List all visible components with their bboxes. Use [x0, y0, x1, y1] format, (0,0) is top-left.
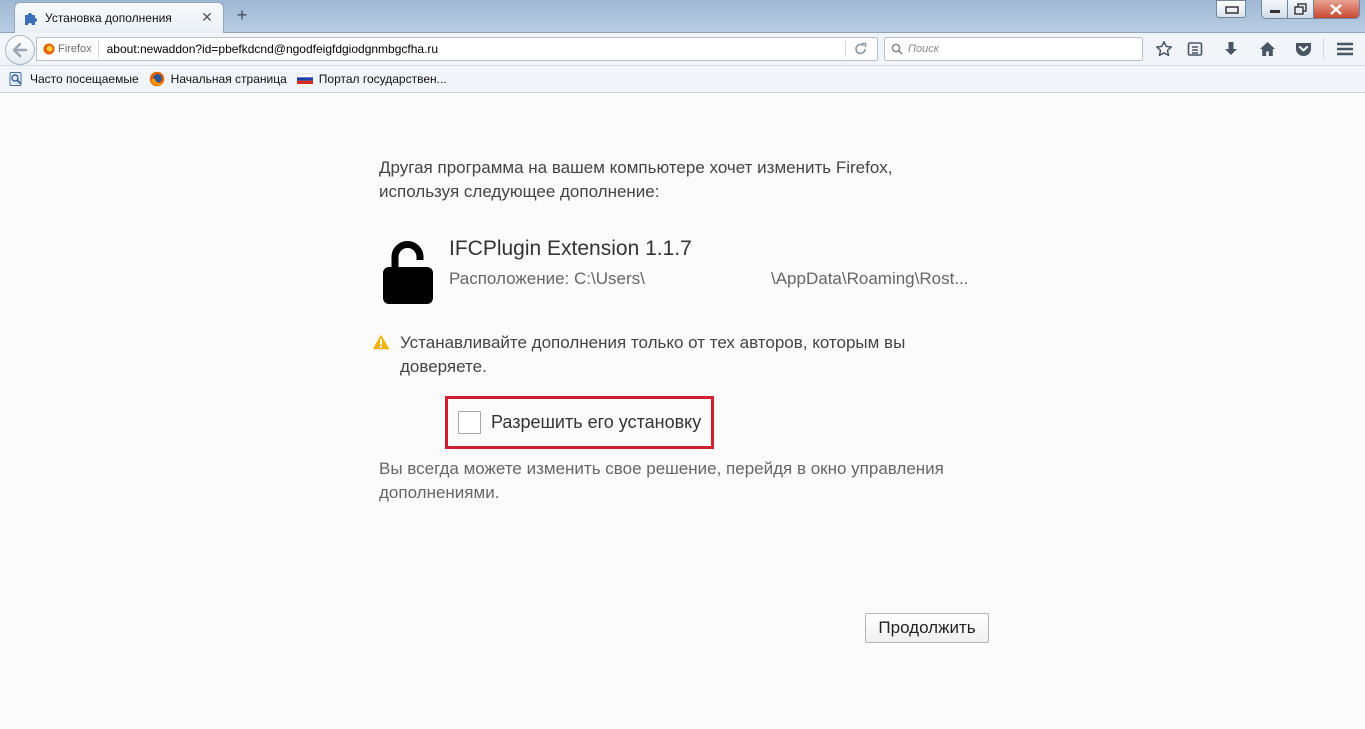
home-icon	[1259, 42, 1275, 56]
navigation-toolbar: Firefox about:newaddon?id=pbefkdcnd@ngod…	[0, 33, 1365, 66]
tab-list-button[interactable]	[1216, 0, 1246, 18]
firefox-icon	[43, 43, 55, 55]
back-button[interactable]	[5, 35, 35, 65]
continue-button[interactable]: Продолжить	[865, 613, 989, 643]
bookmark-label: Начальная страница	[170, 72, 287, 86]
warning-line: доверяете.	[400, 357, 487, 376]
puzzle-piece-icon	[25, 13, 37, 25]
note-text: Вы всегда можете изменить свое решение, …	[379, 457, 979, 505]
bookmarks-toolbar: Часто посещаемые Начальная страница Порт…	[0, 66, 1365, 93]
download-arrow-icon	[1225, 42, 1237, 55]
minimize-button[interactable]	[1262, 0, 1288, 18]
identity-label: Firefox	[58, 43, 92, 55]
bookmark-gov-portal[interactable]: Портал государствен...	[296, 71, 447, 87]
tab-close-icon[interactable]: ✕	[199, 10, 215, 26]
bookmarks-menu-button[interactable]	[1184, 38, 1206, 60]
identity-box[interactable]: Firefox	[37, 40, 99, 58]
firefox-icon	[149, 71, 164, 87]
bookmark-star-button[interactable]	[1153, 38, 1175, 60]
addon-location-suffix: \AppData\Roaming\Rost...	[771, 269, 969, 288]
menu-button[interactable]	[1334, 38, 1356, 60]
pocket-button[interactable]	[1292, 38, 1314, 60]
bookmark-label: Часто посещаемые	[30, 72, 139, 86]
intro-line: Другая программа на вашем компьютере хоч…	[379, 158, 893, 177]
bookmarks-folder-icon	[9, 72, 22, 86]
minimize-icon	[1270, 10, 1280, 13]
reload-icon	[855, 42, 867, 55]
maximize-button[interactable]	[1288, 0, 1314, 18]
warning-triangle-icon	[372, 334, 390, 350]
restore-down-icon	[1225, 6, 1239, 14]
search-placeholder: Поиск	[908, 43, 939, 55]
reload-button[interactable]	[849, 39, 873, 59]
intro-text: Другая программа на вашем компьютере хоч…	[379, 156, 939, 204]
home-button[interactable]	[1256, 38, 1278, 60]
allow-install-checkbox[interactable]	[458, 411, 481, 434]
downloads-button[interactable]	[1220, 38, 1242, 60]
allow-install-label[interactable]: Разрешить его установку	[491, 412, 701, 433]
bookmark-most-visited[interactable]: Часто посещаемые	[8, 71, 139, 87]
star-icon	[1156, 41, 1172, 57]
search-icon	[891, 43, 903, 55]
addon-name: IFCPlugin Extension 1.1.7	[449, 237, 692, 260]
close-icon	[1330, 4, 1342, 15]
addon-install-page: Другая программа на вашем компьютере хоч…	[0, 94, 1365, 729]
bookmark-label: Портал государствен...	[318, 72, 447, 86]
tab-addon-install[interactable]: Установка дополнения ✕	[14, 2, 224, 33]
url-bar[interactable]: Firefox about:newaddon?id=pbefkdcnd@ngod…	[36, 37, 878, 61]
bookmark-start-page[interactable]: Начальная страница	[149, 71, 287, 87]
url-text: about:newaddon?id=pbefkdcnd@ngodfeigfdgi…	[106, 42, 439, 56]
close-window-button[interactable]	[1314, 0, 1359, 18]
unlocked-padlock-icon	[383, 241, 433, 304]
maximize-icon	[1294, 3, 1307, 15]
russian-flag-icon	[296, 73, 313, 84]
addon-location-prefix: Расположение: C:\Users\	[449, 269, 645, 288]
note-line: Вы всегда можете изменить свое решение, …	[379, 459, 944, 478]
warning-line: Устанавливайте дополнения только от тех …	[400, 333, 906, 352]
tab-title: Установка дополнения	[45, 11, 172, 25]
title-bar: Установка дополнения ✕ +	[0, 0, 1365, 33]
note-line: дополнениями.	[379, 483, 500, 502]
allow-install-highlight-box: Разрешить его установку	[445, 396, 714, 449]
warning-text: Устанавливайте дополнения только от тех …	[400, 331, 945, 379]
window-controls	[1261, 0, 1360, 19]
urlbar-divider	[845, 41, 846, 57]
addon-location: Расположение: C:\Users\ \AppData\Roaming\…	[449, 269, 968, 289]
pocket-icon	[1295, 43, 1311, 56]
back-arrow-icon	[12, 42, 28, 58]
toolbar-separator	[1323, 39, 1324, 59]
new-tab-button[interactable]: +	[230, 5, 254, 27]
search-bar[interactable]: Поиск	[884, 37, 1143, 61]
hamburger-menu-icon	[1337, 42, 1353, 56]
bookmarks-list-icon	[1187, 42, 1203, 56]
intro-line: используя следующее дополнение:	[379, 182, 660, 201]
